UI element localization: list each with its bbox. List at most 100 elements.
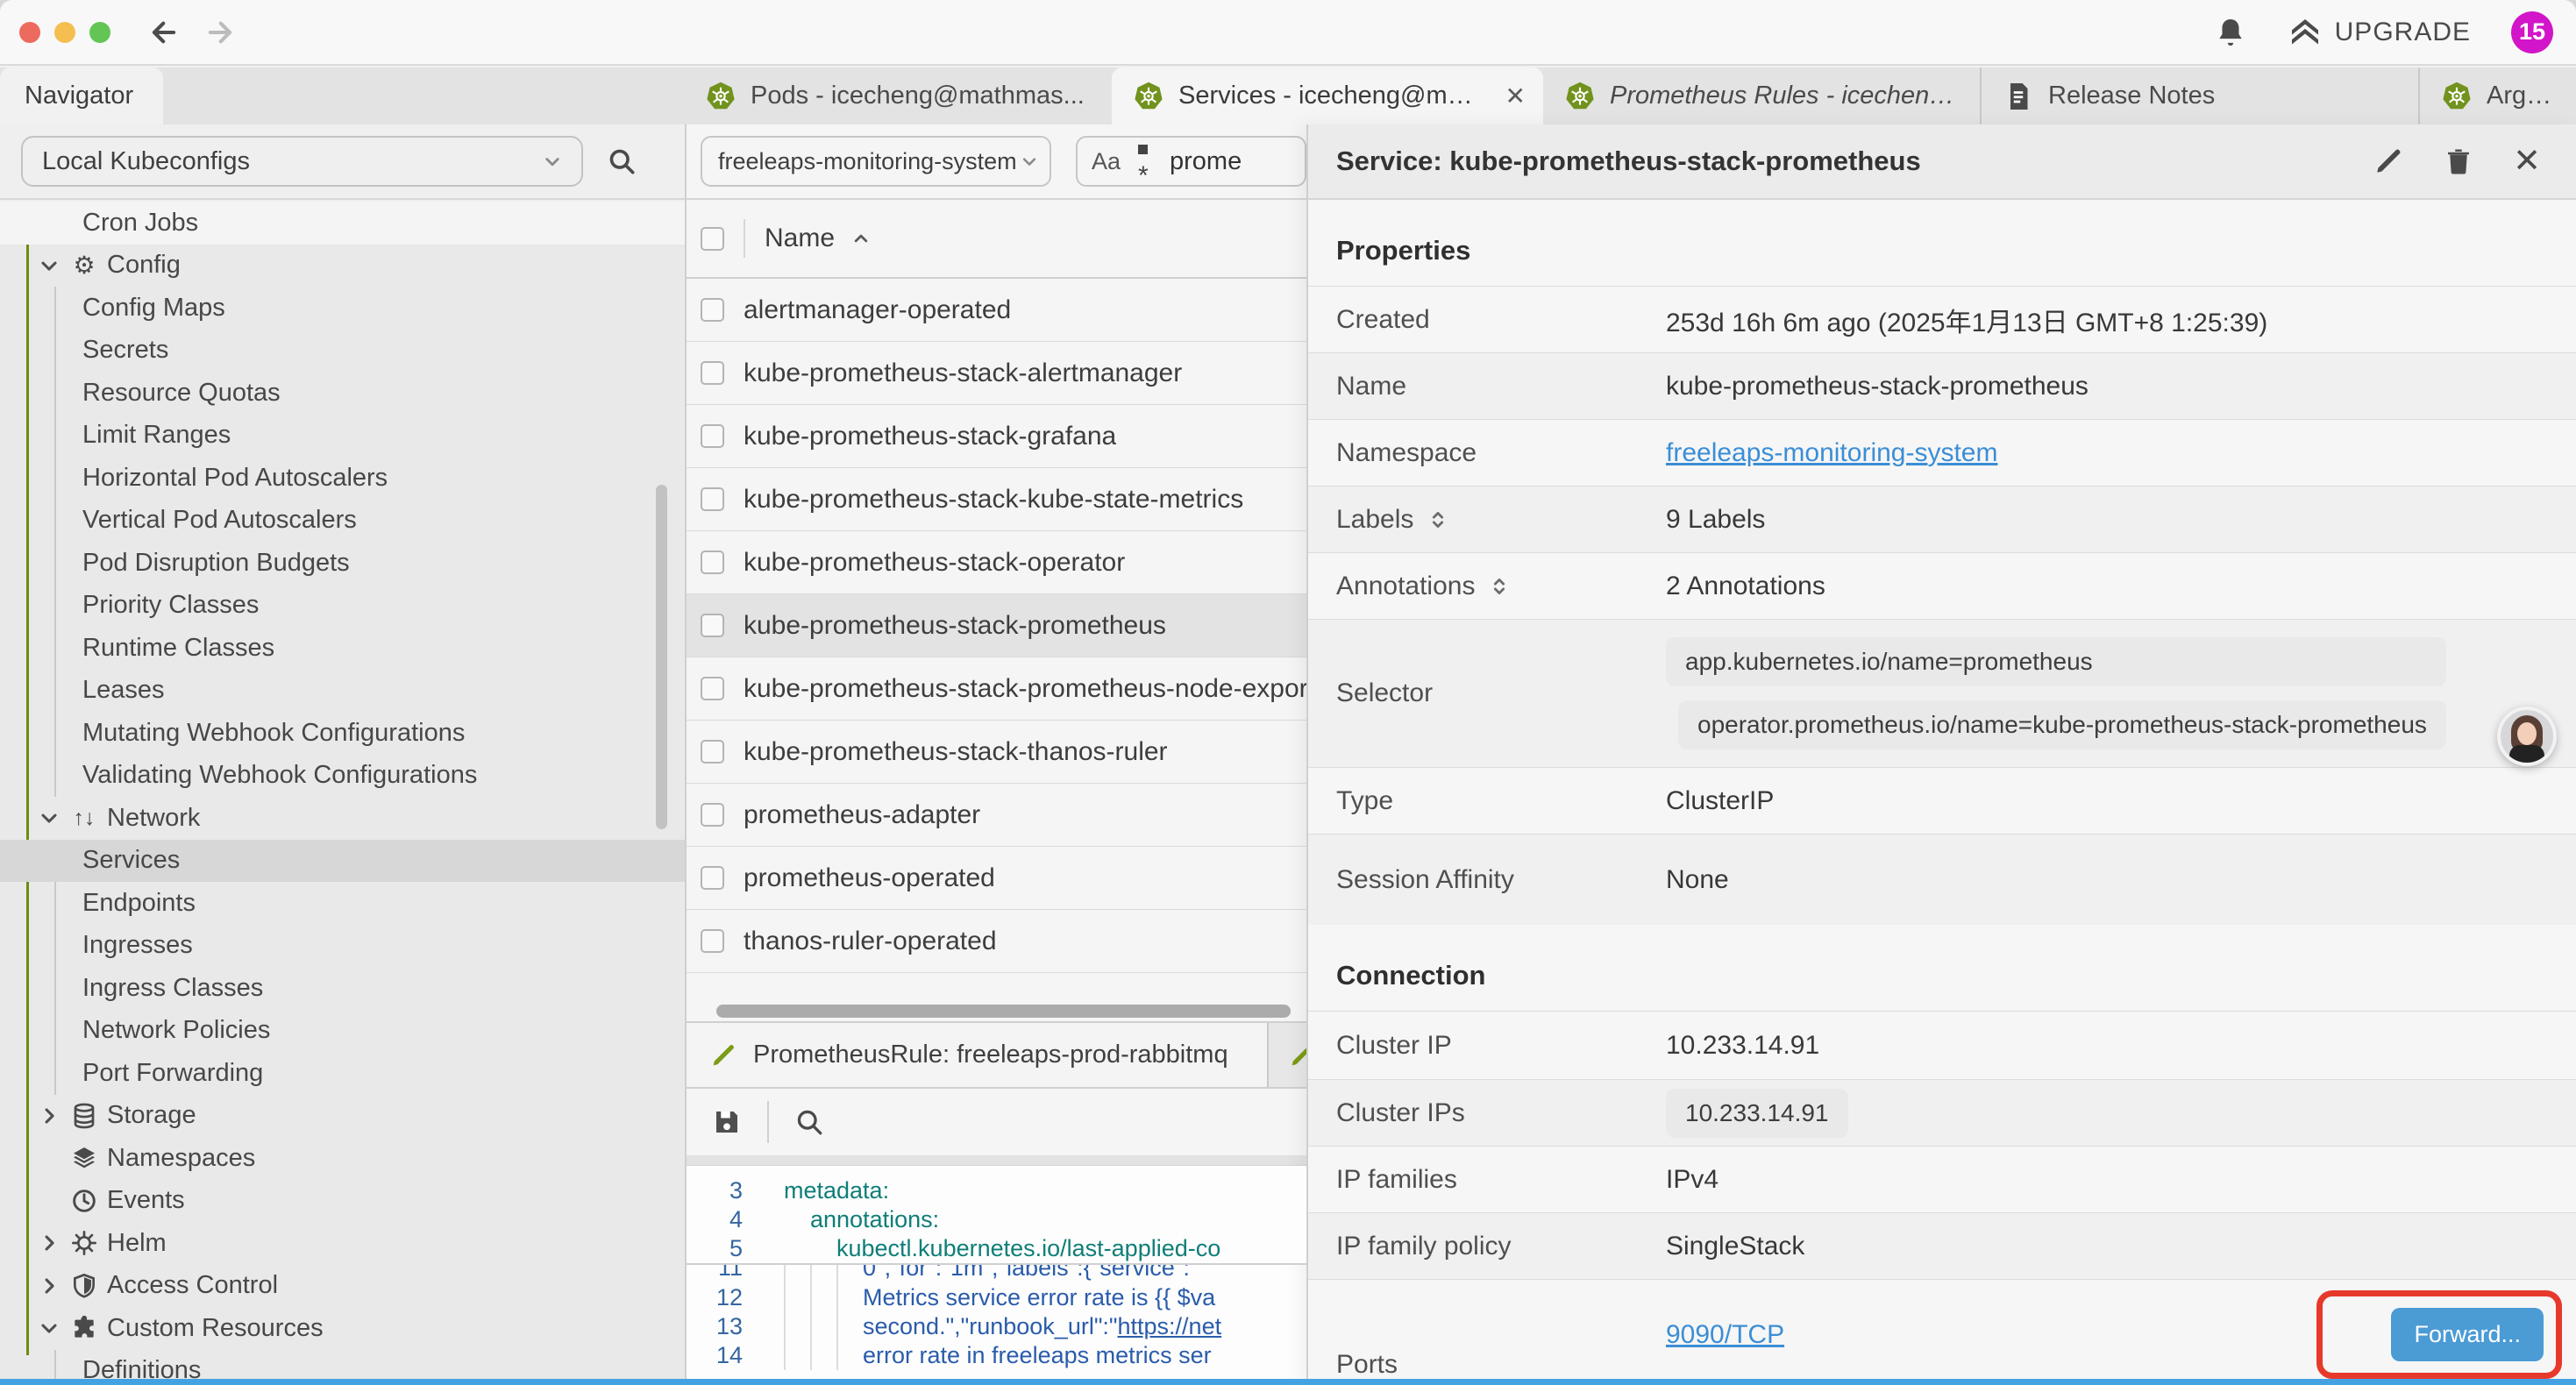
sidebar-item-namespaces[interactable]: Namespaces: [0, 1137, 685, 1180]
sidebar-item-horizontal-pod-autoscalers[interactable]: Horizontal Pod Autoscalers: [0, 457, 685, 500]
sidebar-item-validating-webhook-configurations[interactable]: Validating Webhook Configurations: [0, 755, 685, 798]
edit-pencil-icon[interactable]: [2373, 146, 2404, 177]
sidebar-item-leases[interactable]: Leases: [0, 670, 685, 713]
row-checkbox[interactable]: [701, 740, 724, 764]
minimize-window-button[interactable]: [54, 22, 75, 43]
search-icon[interactable]: [606, 146, 637, 177]
regex-toggle-icon[interactable]: *: [1138, 131, 1150, 191]
row-checkbox[interactable]: [701, 677, 724, 700]
table-row[interactable]: kube-prometheus-stack-operator: [687, 531, 1306, 594]
tab-pods-icecheng-mathmas[interactable]: Pods - icecheng@mathmas...: [684, 67, 1112, 124]
sidebar-item-secrets[interactable]: Secrets: [0, 330, 685, 373]
sidebar-item-label: Namespaces: [107, 1144, 255, 1173]
sidebar-item-port-forwarding[interactable]: Port Forwarding: [0, 1052, 685, 1095]
editor-tab-partial[interactable]: [1269, 1023, 1306, 1087]
table-row[interactable]: thanos-ruler-operated: [687, 910, 1306, 973]
close-window-button[interactable]: [19, 22, 40, 43]
match-case-toggle[interactable]: Aa: [1092, 148, 1121, 175]
sidebar-item-runtime-classes[interactable]: Runtime Classes: [0, 627, 685, 670]
save-icon[interactable]: [711, 1106, 743, 1138]
sidebar-item-mutating-webhook-configurations[interactable]: Mutating Webhook Configurations: [0, 712, 685, 755]
sidebar-item-helm[interactable]: Helm: [0, 1222, 685, 1265]
sidebar-item-network-policies[interactable]: Network Policies: [0, 1010, 685, 1053]
forward-button[interactable]: Forward...: [2391, 1308, 2544, 1361]
sidebar-item-services[interactable]: Services: [0, 840, 685, 883]
tab-services-icecheng-math[interactable]: Services - icecheng@math...✕: [1112, 67, 1543, 124]
code-line: 3metadata:: [687, 1176, 1306, 1205]
detail-label: IP families: [1336, 1165, 1457, 1195]
row-checkbox[interactable]: [701, 866, 724, 890]
detail-row-created: Created253d 16h 6m ago (2025年1月13日 GMT+8…: [1308, 286, 2576, 352]
select-all-checkbox[interactable]: [701, 227, 724, 251]
row-checkbox[interactable]: [701, 361, 724, 385]
tab-release-notes[interactable]: Release Notes: [1982, 67, 2420, 124]
table-row[interactable]: kube-prometheus-stack-prometheus: [687, 594, 1306, 657]
sidebar-item-network[interactable]: ↑↓Network: [0, 797, 685, 840]
sidebar-item-pod-disruption-budgets[interactable]: Pod Disruption Budgets: [0, 542, 685, 585]
sidebar-item-ingress-classes[interactable]: Ingress Classes: [0, 967, 685, 1010]
close-tab-icon[interactable]: ✕: [1505, 82, 1526, 110]
sidebar-item-priority-classes[interactable]: Priority Classes: [0, 585, 685, 628]
detail-row-ip-families: IP familiesIPv4: [1308, 1146, 2576, 1212]
notification-count-badge[interactable]: 15: [2511, 11, 2553, 53]
row-checkbox[interactable]: [701, 803, 724, 827]
namespace-select[interactable]: freeleaps-monitoring-system: [701, 136, 1051, 187]
sidebar-item-ingresses[interactable]: Ingresses: [0, 925, 685, 968]
sidebar-item-custom-resources[interactable]: Custom Resources: [0, 1307, 685, 1350]
table-row[interactable]: kube-prometheus-stack-prometheus-node-ex…: [687, 657, 1306, 721]
row-checkbox[interactable]: [701, 550, 724, 574]
editor-tab[interactable]: PrometheusRule: freeleaps-prod-rabbitmq: [687, 1023, 1269, 1087]
row-checkbox[interactable]: [701, 424, 724, 448]
table-row[interactable]: kube-prometheus-stack-alertmanager: [687, 342, 1306, 405]
yaml-editor[interactable]: 3metadata:4annotations:5kubectl.kubernet…: [687, 1166, 1306, 1385]
sidebar-item-access-control[interactable]: Access Control: [0, 1265, 685, 1308]
table-row[interactable]: kube-prometheus-stack-kube-state-metrics: [687, 468, 1306, 531]
tab-argo-se[interactable]: Argo Se: [2420, 67, 2576, 124]
chev-right-icon: [37, 1104, 61, 1128]
sidebar-item-config-maps[interactable]: Config Maps: [0, 287, 685, 330]
trash-icon[interactable]: [2443, 146, 2474, 177]
row-checkbox[interactable]: [701, 614, 724, 637]
detail-label: IP family policy: [1336, 1232, 1512, 1261]
port-link[interactable]: 9090/TCP: [1666, 1320, 1784, 1350]
table-row[interactable]: kube-prometheus-stack-thanos-ruler: [687, 721, 1306, 784]
search-icon[interactable]: [793, 1106, 825, 1138]
back-arrow-icon[interactable]: [147, 16, 181, 49]
sort-icon[interactable]: [1487, 574, 1512, 599]
sidebar-item-storage[interactable]: Storage: [0, 1095, 685, 1138]
sidebar-item-endpoints[interactable]: Endpoints: [0, 882, 685, 925]
upgrade-button[interactable]: UPGRADE: [2288, 15, 2471, 50]
sidebar-item-resource-quotas[interactable]: Resource Quotas: [0, 372, 685, 415]
close-icon[interactable]: ✕: [2513, 145, 2541, 178]
table-horizontal-scrollbar-thumb[interactable]: [716, 1005, 1291, 1018]
detail-link[interactable]: freeleaps-monitoring-system: [1666, 438, 1997, 468]
sidebar-item-cron-jobs[interactable]: Cron Jobs: [0, 202, 685, 245]
sidebar-item-label: Network Policies: [82, 1016, 270, 1045]
row-checkbox[interactable]: [701, 929, 724, 953]
detail-label: Ports: [1336, 1350, 1398, 1380]
table-row[interactable]: alertmanager-operated: [687, 279, 1306, 342]
sidebar-item-config[interactable]: ⚙Config: [0, 245, 685, 288]
sort-icon[interactable]: [1426, 508, 1450, 532]
editor-tab-title: PrometheusRule: freeleaps-prod-rabbitmq: [753, 1041, 1228, 1069]
tab-navigator[interactable]: Navigator: [0, 67, 163, 124]
sidebar-scrollbar-thumb[interactable]: [656, 485, 667, 829]
tab-prometheus-rules-icecheng[interactable]: Prometheus Rules - icecheng...: [1543, 67, 1982, 124]
sidebar-item-limit-ranges[interactable]: Limit Ranges: [0, 415, 685, 458]
kubeconfig-select[interactable]: Local Kubeconfigs: [21, 136, 583, 187]
row-checkbox[interactable]: [701, 298, 724, 322]
line-number: 4: [687, 1206, 743, 1233]
table-row[interactable]: prometheus-adapter: [687, 784, 1306, 847]
sidebar-item-vertical-pod-autoscalers[interactable]: Vertical Pod Autoscalers: [0, 500, 685, 543]
assistant-avatar[interactable]: [2497, 707, 2557, 766]
column-header-name[interactable]: Name: [765, 224, 835, 253]
row-checkbox[interactable]: [701, 487, 724, 511]
table-row[interactable]: prometheus-operated: [687, 847, 1306, 910]
maximize-window-button[interactable]: [89, 22, 110, 43]
table-row[interactable]: kube-prometheus-stack-grafana: [687, 405, 1306, 468]
filter-input[interactable]: [1168, 146, 1291, 177]
k8s-icon: [1133, 81, 1164, 112]
bell-icon[interactable]: [2214, 16, 2247, 49]
forward-arrow-icon[interactable]: [203, 16, 237, 49]
sidebar-item-events[interactable]: Events: [0, 1180, 685, 1223]
